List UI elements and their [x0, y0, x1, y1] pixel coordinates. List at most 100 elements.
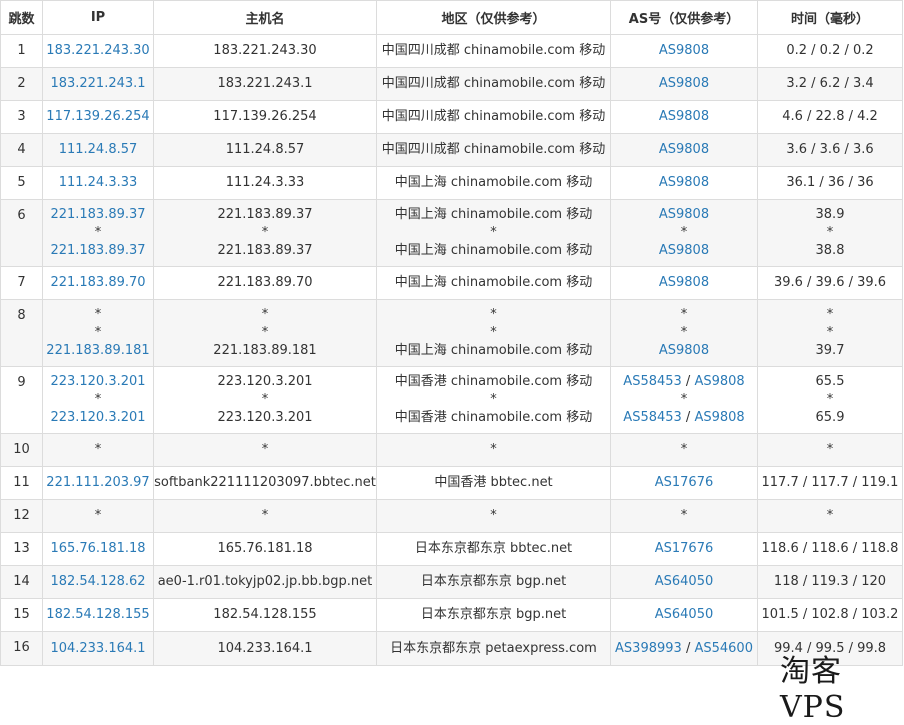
empty-marker: * — [261, 307, 269, 322]
ip-link[interactable]: 221.183.89.181 — [46, 343, 149, 358]
time-text: 117.7 / 117.7 / 119.1 — [761, 475, 899, 490]
table-row: 16 104.233.164.1 104.233.164.1 日本东京都东京 peta… — [0, 631, 903, 666]
ip-link[interactable]: 223.120.3.201 — [50, 374, 145, 389]
cell-line: AS9808 — [612, 75, 757, 93]
as-link[interactable]: AS9808 — [659, 43, 709, 58]
as-link[interactable]: AS64050 — [655, 574, 714, 589]
empty-marker: * — [490, 442, 497, 457]
empty-marker: * — [490, 307, 497, 322]
table-row: 11 221.111.203.97 softbank221111203097.bbt… — [0, 466, 903, 500]
as-link[interactable]: AS58453 — [623, 374, 682, 389]
hostname-text: 183.221.243.1 — [217, 76, 313, 91]
cell-region: 日本东京都东京 bbtec.net — [376, 532, 611, 566]
cell-line: * — [612, 224, 757, 242]
cell-line: 36.1 / 36 / 36 — [759, 174, 902, 192]
as-link[interactable]: AS9808 — [694, 374, 744, 389]
as-link[interactable]: AS9808 — [659, 343, 709, 358]
header-ip: IP — [42, 0, 154, 35]
empty-marker: * — [261, 442, 269, 457]
cell-line: 182.54.128.155 — [155, 606, 376, 624]
cell-line: * — [44, 306, 153, 324]
as-link[interactable]: AS54600 — [694, 641, 753, 656]
ip-link[interactable]: 183.221.243.30 — [46, 43, 149, 58]
cell-line: * — [759, 391, 902, 409]
hostname-text: 111.24.3.33 — [225, 175, 305, 190]
ip-link[interactable]: 111.24.8.57 — [59, 142, 138, 157]
cell-ip: 221.111.203.97 — [42, 466, 154, 500]
ip-link[interactable]: 221.183.89.37 — [50, 207, 145, 222]
cell-line: 中国香港 bbtec.net — [378, 474, 610, 492]
as-link[interactable]: AS9808 — [659, 76, 709, 91]
ip-link[interactable]: 182.54.128.155 — [46, 607, 149, 622]
cell-line: 中国四川成都 chinamobile.com 移动 — [378, 75, 610, 93]
cell-line: 中国上海 chinamobile.com 移动 — [378, 274, 610, 292]
ip-link[interactable]: 221.183.89.37 — [50, 243, 145, 258]
as-link[interactable]: AS9808 — [694, 410, 744, 425]
cell-line: * — [378, 306, 610, 324]
as-link[interactable]: AS9808 — [659, 142, 709, 157]
time-text: 0.2 / 0.2 / 0.2 — [786, 43, 874, 58]
ip-link[interactable]: 183.221.243.1 — [50, 76, 145, 91]
ip-link[interactable]: 221.183.89.70 — [50, 275, 145, 290]
as-link[interactable]: AS9808 — [659, 243, 709, 258]
ip-link[interactable]: 182.54.128.62 — [50, 574, 145, 589]
cell-as: AS398993 / AS54600 — [610, 631, 758, 666]
cell-host: ae0-1.r01.tokyjp02.jp.bb.bgp.net — [153, 565, 377, 599]
cell-line: * — [759, 224, 902, 242]
ip-link[interactable]: 223.120.3.201 — [50, 410, 145, 425]
region-text: 中国香港 chinamobile.com 移动 — [394, 410, 593, 425]
as-link[interactable]: AS9808 — [659, 109, 709, 124]
cell-as: * * AS9808 — [610, 299, 758, 367]
as-link[interactable]: AS9808 — [659, 275, 709, 290]
cell-line: AS9808 — [612, 274, 757, 292]
cell-line: 183.221.243.1 — [44, 75, 153, 93]
cell-line: * — [378, 324, 610, 342]
cell-line: 182.54.128.155 — [44, 606, 153, 624]
as-link[interactable]: AS17676 — [655, 475, 714, 490]
time-text: 39.7 — [815, 343, 845, 358]
cell-line: 223.120.3.201 — [155, 373, 376, 391]
cell-line: 中国上海 chinamobile.com 移动 — [378, 206, 610, 224]
ip-link[interactable]: 221.111.203.97 — [46, 475, 149, 490]
cell-host: 221.183.89.37 * 221.183.89.37 — [153, 199, 377, 267]
empty-marker: * — [680, 325, 688, 340]
cell-line: 38.9 — [759, 206, 902, 224]
hop-number: 1 — [0, 34, 43, 68]
table-row: 6 221.183.89.37 * 221.183.89.37 221.183.89.3… — [0, 199, 903, 267]
hop-number: 11 — [0, 466, 43, 500]
cell-line: * — [612, 441, 757, 459]
ip-link[interactable]: 104.233.164.1 — [50, 641, 145, 656]
cell-line: 221.183.89.37 — [155, 242, 376, 260]
cell-time: 3.2 / 6.2 / 3.4 — [757, 67, 903, 101]
cell-line: 118.6 / 118.6 / 118.8 — [759, 540, 902, 558]
cell-line: 中国四川成都 chinamobile.com 移动 — [378, 141, 610, 159]
as-link[interactable]: AS9808 — [659, 175, 709, 190]
time-text: 38.8 — [815, 243, 845, 258]
as-link[interactable]: AS58453 — [623, 410, 682, 425]
cell-line: 39.7 — [759, 342, 902, 360]
cell-ip: 182.54.128.155 — [42, 598, 154, 632]
ip-link[interactable]: 165.76.181.18 — [50, 541, 145, 556]
as-link[interactable]: AS398993 — [615, 641, 682, 656]
cell-host: 111.24.8.57 — [153, 133, 377, 167]
cell-ip: 104.233.164.1 — [42, 631, 154, 666]
cell-line: * — [155, 224, 376, 242]
as-link[interactable]: AS17676 — [655, 541, 714, 556]
as-link[interactable]: AS9808 — [659, 207, 709, 222]
cell-as: * — [610, 499, 758, 533]
ip-link[interactable]: 111.24.3.33 — [59, 175, 138, 190]
empty-marker: * — [261, 508, 269, 523]
table-row: 5 111.24.3.33 111.24.3.33 中国上海 chinamobile.… — [0, 166, 903, 200]
cell-ip: * — [42, 499, 154, 533]
ip-link[interactable]: 117.139.26.254 — [46, 109, 149, 124]
empty-marker: * — [680, 442, 688, 457]
cell-region: 中国四川成都 chinamobile.com 移动 — [376, 133, 611, 167]
cell-line: AS64050 — [612, 606, 757, 624]
as-link[interactable]: AS64050 — [655, 607, 714, 622]
cell-ip: 221.183.89.70 — [42, 266, 154, 300]
traceroute-table: 跳数 IP 主机名 地区（仅供参考） AS号（仅供参考） 时间（毫秒） 1 183… — [0, 0, 903, 666]
cell-line: * — [155, 441, 376, 459]
cell-ip: * * 221.183.89.181 — [42, 299, 154, 367]
cell-as: AS64050 — [610, 565, 758, 599]
cell-line: 日本东京都东京 petaexpress.com — [378, 640, 610, 658]
